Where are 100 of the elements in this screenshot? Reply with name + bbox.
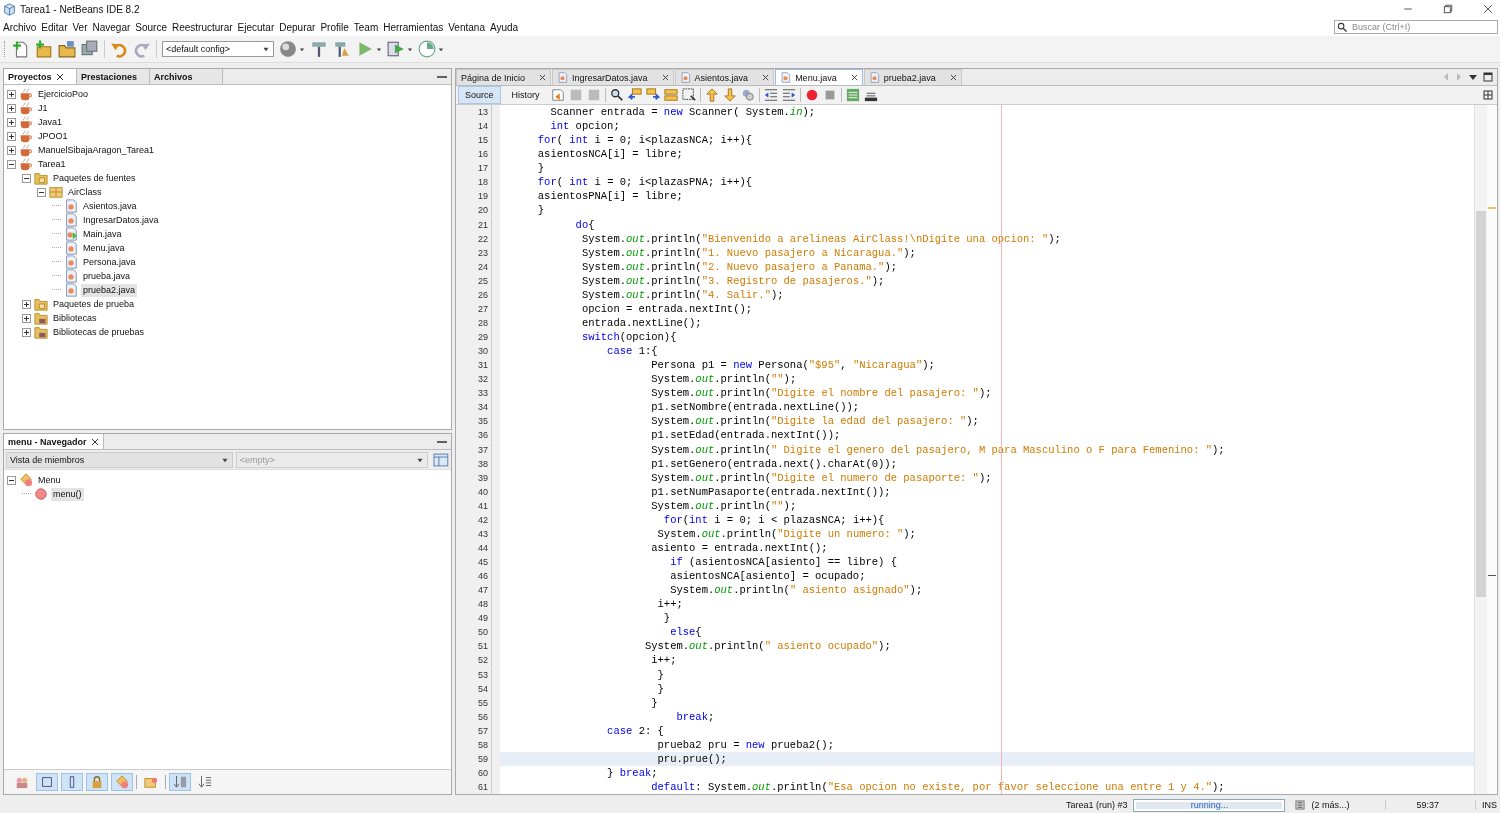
debug-icon[interactable] [387, 40, 405, 58]
close-icon[interactable] [762, 74, 770, 81]
editor-tab[interactable]: Asientos.java [674, 69, 775, 85]
tree-item[interactable]: Paquetes de prueba [51, 297, 137, 311]
tree-item[interactable]: prueba2.java [81, 283, 138, 297]
menubar-entry[interactable]: Ayuda [487, 21, 522, 33]
tree-item[interactable]: Asientos.java [81, 199, 139, 213]
panel-tab[interactable]: Proyectos [4, 69, 77, 84]
tree-item[interactable]: prueba.java [81, 269, 133, 283]
selection-icon[interactable] [681, 88, 696, 102]
menubar-entry[interactable]: Editar [39, 21, 71, 33]
caret-icon[interactable] [376, 46, 382, 52]
close-icon[interactable] [539, 74, 547, 81]
window-icon[interactable] [433, 451, 449, 468]
caret-icon[interactable] [438, 46, 444, 52]
split-icon[interactable] [1483, 90, 1493, 100]
tree-item[interactable]: AirClass [66, 185, 104, 199]
menubar-entry[interactable]: Reestructurar [170, 21, 236, 33]
panel-tab[interactable]: Prestaciones [77, 69, 150, 84]
tree-item[interactable]: J1 [36, 101, 50, 115]
shift-right-icon[interactable] [781, 88, 796, 102]
tree-item[interactable]: Tarea1 [36, 157, 68, 171]
editor-tab[interactable]: IngresarDatos.java [552, 69, 674, 85]
menubar-entry[interactable]: Herramientas [381, 21, 447, 33]
menubar-entry[interactable]: Ver [70, 21, 91, 33]
arrow-down-icon[interactable] [722, 88, 737, 102]
tree-item[interactable]: ManuelSibajaAragon_Tarea1 [36, 143, 157, 157]
square-toggle[interactable] [36, 773, 58, 791]
close-icon[interactable] [850, 74, 858, 81]
more-tasks-link[interactable]: (2 más...) [1311, 800, 1350, 810]
tree-item[interactable]: JPOO1 [36, 129, 70, 143]
shift-left-icon[interactable] [763, 88, 778, 102]
tree-item[interactable]: Main.java [81, 227, 124, 241]
editor-tab[interactable]: prueba2.java [863, 69, 962, 85]
expand-icon[interactable] [7, 117, 16, 127]
collapse-icon[interactable] [7, 475, 16, 485]
tree-item[interactable]: IngresarDatos.java [81, 213, 161, 227]
lock-toggle[interactable] [86, 773, 108, 791]
view-tab[interactable]: Source [458, 86, 501, 104]
close-icon[interactable] [949, 74, 957, 81]
bar-toggle[interactable] [61, 773, 83, 791]
expand-icon[interactable] [7, 89, 16, 99]
close-icon[interactable] [90, 437, 99, 446]
tree-item[interactable]: Persona.java [81, 255, 138, 269]
menubar-entry[interactable]: Archivo [1, 21, 40, 33]
menubar-entry[interactable]: Ejecutar [235, 21, 278, 33]
view-dropdown[interactable]: Vista de miembros [6, 451, 233, 468]
close-icon[interactable] [1482, 3, 1494, 15]
editor-tab[interactable]: Menu.java [775, 69, 863, 85]
search-icon[interactable] [609, 88, 624, 102]
view-tab[interactable]: History [504, 86, 547, 104]
toggle-bookmark-icon[interactable] [740, 88, 755, 102]
expand-icon[interactable] [22, 327, 31, 337]
expand-icon[interactable] [7, 145, 16, 155]
menubar-entry[interactable]: Team [351, 21, 382, 33]
save-all-icon[interactable] [81, 40, 99, 58]
sort-toggle[interactable] [169, 773, 191, 791]
tree-item[interactable]: Menu.java [81, 241, 127, 255]
expand-icon[interactable] [7, 103, 16, 113]
tree-item[interactable]: EjercicioPoo [36, 87, 91, 101]
menubar-entry[interactable]: Navegar [90, 21, 134, 33]
expand-icon[interactable] [22, 299, 31, 309]
tree-item[interactable]: Java1 [36, 115, 65, 129]
record-icon[interactable] [804, 88, 819, 102]
menubar-entry[interactable]: Profile [318, 21, 352, 33]
hammer-brush-icon[interactable] [333, 40, 351, 58]
tree-item[interactable]: Menu [36, 473, 63, 487]
scrollbar[interactable] [1474, 105, 1487, 794]
collapse-icon[interactable] [7, 159, 16, 169]
tree-item[interactable]: Bibliotecas [51, 311, 99, 325]
editor-tab[interactable]: Página de Inicio [456, 69, 552, 85]
close-icon[interactable] [661, 74, 669, 81]
class-toggle[interactable] [111, 773, 133, 791]
tasks-icon[interactable] [1295, 800, 1306, 810]
config-dropdown[interactable]: <default config> [162, 41, 274, 57]
new-file-icon[interactable] [12, 40, 30, 58]
collapse-icon[interactable] [37, 187, 46, 197]
tree-item[interactable]: Paquetes de fuentes [51, 171, 138, 185]
open-folder-icon[interactable] [58, 40, 76, 58]
scrollbar-thumb[interactable] [1476, 211, 1486, 597]
back-doc-icon[interactable] [550, 88, 565, 102]
task-label[interactable]: Tarea1 (run) #3 [1065, 800, 1128, 810]
menubar-entry[interactable]: Depurar [277, 21, 319, 33]
hammer-icon[interactable] [310, 40, 328, 58]
search-field[interactable]: Buscar (Ctrl+I) [1334, 20, 1498, 34]
collapse-icon[interactable] [22, 173, 31, 183]
find-previous-icon[interactable] [627, 88, 642, 102]
restore-icon[interactable] [1442, 3, 1454, 15]
tab-list-icon[interactable] [1468, 72, 1478, 82]
menubar-entry[interactable]: Source [133, 21, 170, 33]
close-icon[interactable] [55, 72, 64, 81]
maximize-icon[interactable] [1483, 72, 1493, 82]
arrow-up-icon[interactable] [704, 88, 719, 102]
menubar-entry[interactable]: Ventana [446, 21, 488, 33]
expand-icon[interactable] [22, 313, 31, 323]
caret-icon[interactable] [299, 46, 305, 52]
panel-tab[interactable]: menu - Navegador [4, 434, 104, 449]
tree-item[interactable]: menu() [51, 487, 84, 501]
expand-icon[interactable] [7, 131, 16, 141]
new-project-icon[interactable] [35, 40, 53, 58]
